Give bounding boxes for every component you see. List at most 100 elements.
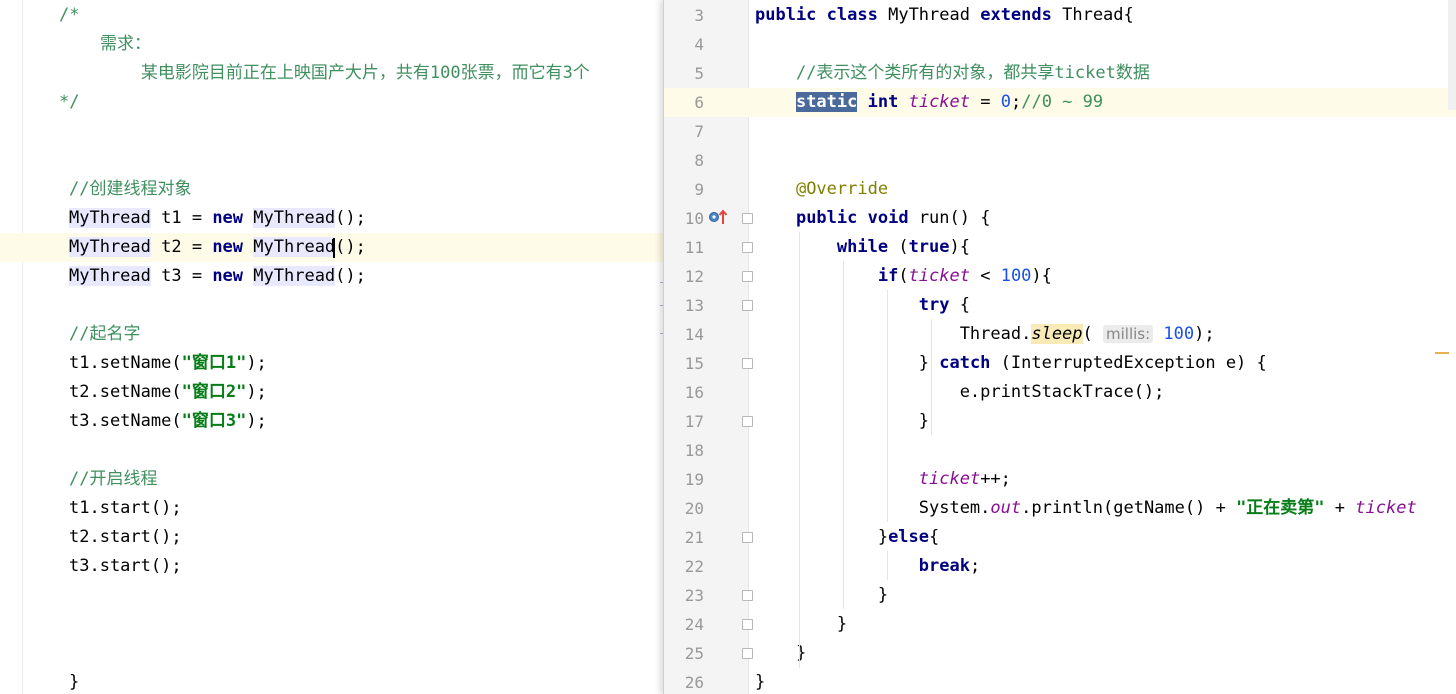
code-token: } [755,672,766,692]
scrollbar-marker[interactable] [1435,352,1449,354]
fold-marker-icon[interactable] [742,358,753,369]
code-token: Thread. [755,324,1032,344]
code-line[interactable] [0,117,674,146]
code-token: 100 [1163,324,1195,344]
line-number: 12 [684,267,704,286]
line-number: 14 [684,325,704,344]
code-line[interactable]: break; [755,552,980,581]
fold-marker-icon[interactable] [742,271,753,282]
code-token: MyThread [877,5,981,25]
code-token: MyThread [253,237,336,257]
code-token: Thread{ [1051,5,1134,25]
fold-marker-icon[interactable] [742,213,753,224]
code-token: /* [59,5,80,25]
fold-marker-icon[interactable] [742,619,753,630]
code-token: t3.start(); [69,556,182,576]
code-line[interactable] [0,146,674,175]
code-line[interactable]: public void run() { [755,204,991,233]
code-line[interactable] [0,610,674,639]
line-number: 21 [684,528,704,547]
fold-marker-icon[interactable] [742,300,753,311]
code-token: void [867,208,909,228]
code-line[interactable]: 需求： [0,30,674,59]
code-token: "窗口1" [181,353,247,373]
code-token: ( [1082,324,1104,344]
code-line[interactable]: t2.start(); [0,523,674,552]
code-token: t1.setName( [69,353,182,373]
fold-marker-icon[interactable] [742,532,753,543]
code-token: "窗口2" [181,382,247,402]
code-line[interactable]: //开启线程 [0,465,674,494]
left-editor-pane[interactable]: /* 需求： 某电影院目前正在上映国产大片，共有100张票，而它有3个 */ //创… [0,0,674,694]
fold-marker-icon[interactable] [742,590,753,601]
code-line[interactable]: e.printStackTrace(); [755,378,1165,407]
code-line[interactable]: } [755,610,847,639]
code-token: (InterruptedException e) { [990,353,1267,373]
fold-marker-icon[interactable] [742,648,753,659]
code-line[interactable]: try { [755,291,970,320]
code-token: 0 [1000,92,1011,112]
code-line[interactable]: while (true){ [755,233,970,262]
code-token: } [755,527,889,547]
code-line[interactable]: t1.start(); [0,494,674,523]
code-line[interactable] [0,436,674,465]
line-number: 26 [684,673,704,692]
code-line[interactable]: MyThread t2 = new MyThread(); [0,233,674,262]
code-token: ); [1194,324,1215,344]
fold-marker-icon[interactable] [742,416,753,427]
code-line[interactable]: @Override [755,175,888,204]
code-token: ticket [1355,498,1417,518]
code-token: int [867,92,899,112]
code-token: */ [59,92,80,112]
code-line[interactable]: t3.start(); [0,552,674,581]
code-line[interactable]: } [755,668,765,694]
code-line[interactable]: } catch (InterruptedException e) { [755,349,1267,378]
code-line[interactable]: } [755,581,888,610]
code-line[interactable]: //表示这个类所有的对象，都共享ticket数据 [755,59,1150,88]
override-run-icon[interactable] [708,209,730,225]
code-line[interactable]: */ [0,88,674,117]
code-line[interactable]: static int ticket = 0;//0 ~ 99 [755,88,1103,117]
code-line[interactable]: ticket++; [755,465,1011,494]
code-line[interactable]: MyThread t3 = new MyThread(); [0,262,674,291]
code-token: ticket [918,469,981,489]
code-line[interactable]: MyThread t1 = new MyThread(); [0,204,674,233]
code-line[interactable]: public class MyThread extends Thread{ [755,1,1134,30]
line-number: 13 [684,296,704,315]
code-line[interactable] [0,639,674,668]
line-number: 7 [694,122,704,141]
right-editor-pane[interactable]: 3 public class MyThread extends Thread{4 5… [663,0,1456,694]
line-number: 9 [694,180,704,199]
code-token: t1 = [150,208,213,228]
code-line[interactable]: 某电影院目前正在上映国产大片，共有100张票，而它有3个 [0,59,674,88]
fold-marker-icon[interactable] [742,242,753,253]
code-line[interactable]: //起名字 [0,320,674,349]
code-line[interactable]: } [755,407,929,436]
code-line[interactable] [0,581,674,610]
code-line[interactable]: /* [0,1,674,30]
code-line[interactable]: System.out.println(getName() + "正在卖第" + … [755,494,1417,523]
code-token: < [969,266,1001,286]
code-line[interactable]: Thread.sleep( millis: 100); [755,320,1215,349]
code-line[interactable]: t2.setName("窗口2"); [0,378,674,407]
structure-tab[interactable] [1448,0,1456,110]
code-token: new [212,208,244,228]
code-line[interactable]: } [0,668,674,694]
code-line[interactable]: t1.setName("窗口1"); [0,349,674,378]
code-line[interactable]: //创建线程对象 [0,175,674,204]
code-token: ; [1010,92,1022,112]
indent-guide [887,290,888,522]
code-line[interactable]: t3.setName("窗口3"); [0,407,674,436]
code-line[interactable]: }else{ [755,523,939,552]
code-token: new [212,237,244,257]
code-line[interactable] [0,291,674,320]
code-token: MyThread [253,266,336,286]
